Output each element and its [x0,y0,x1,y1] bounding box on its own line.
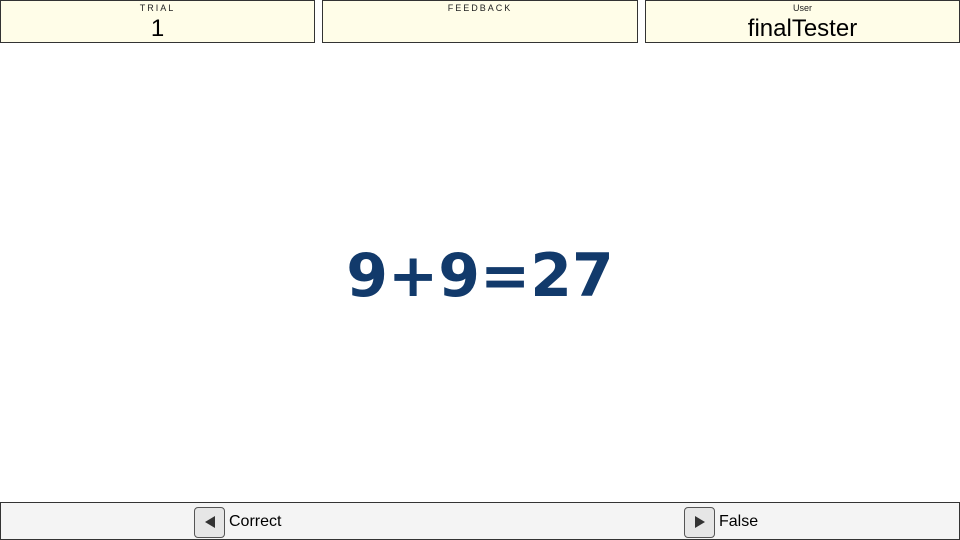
correct-response-button[interactable]: Correct [194,506,281,538]
feedback-panel: FEEDBACK [322,0,638,43]
user-label: User [792,3,812,13]
false-label: False [719,513,759,530]
arrow-right-icon [694,516,705,528]
user-value: finalTester [747,15,858,42]
trial-label: TRIAL [139,3,176,13]
user-panel: User finalTester [645,0,960,43]
trial-panel: TRIAL 1 [0,0,315,43]
experiment-screen: TRIAL 1 FEEDBACK User finalTester 9+9=27… [0,0,960,540]
response-bar: Correct False [0,502,960,540]
left-arrow-key[interactable] [194,506,225,538]
math-problem: 9+9=27 [346,241,614,311]
correct-label: Correct [229,513,282,530]
right-arrow-key[interactable] [684,506,715,538]
feedback-label: FEEDBACK [447,3,513,13]
trial-value: 1 [150,15,165,42]
false-response-button[interactable]: False [684,506,758,538]
arrow-left-icon [204,516,215,528]
